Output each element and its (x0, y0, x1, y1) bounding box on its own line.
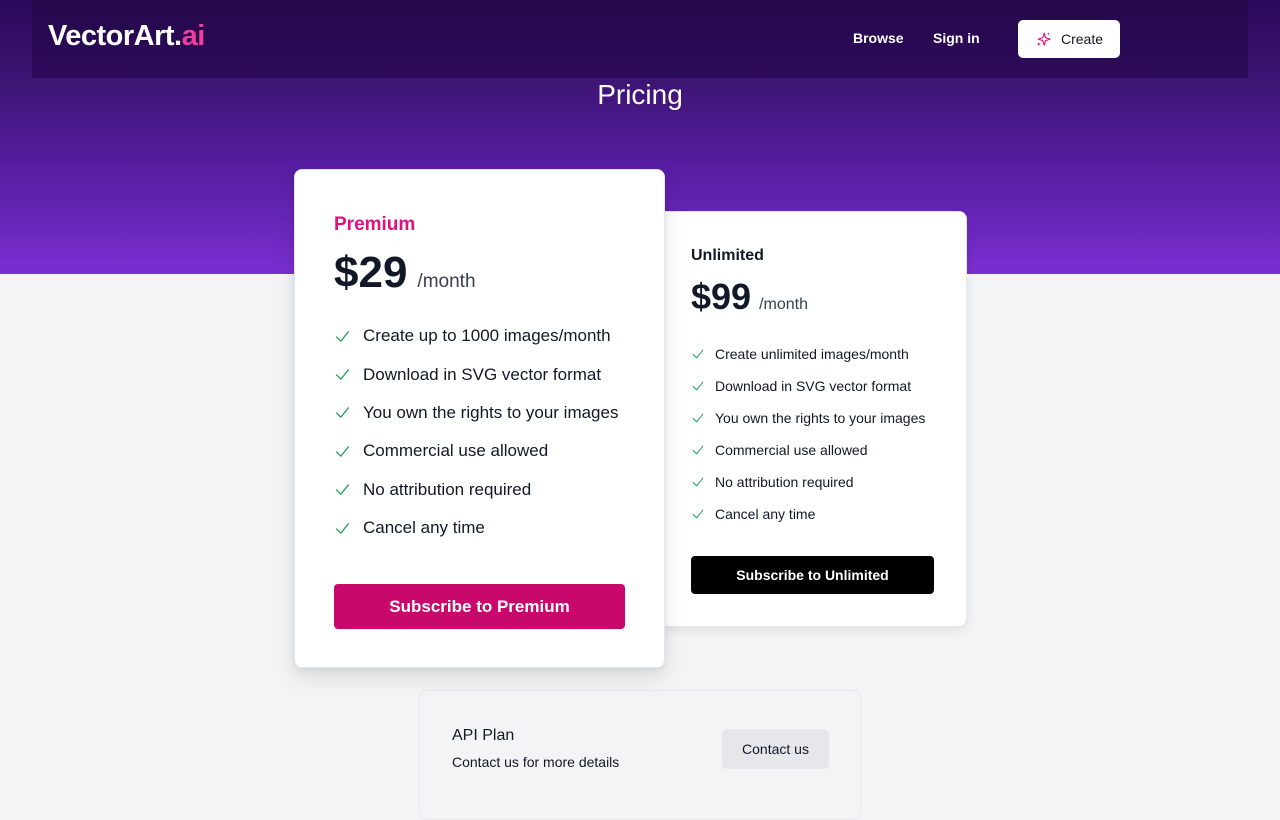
unlimited-price-period: /month (759, 296, 808, 313)
logo-text: VectorArt. (48, 20, 182, 52)
create-button-label: Create (1060, 31, 1104, 47)
premium-price-period: /month (417, 271, 476, 292)
sparkle-icon (1036, 31, 1051, 46)
feature-item: You own the rights to your images (334, 394, 618, 432)
page-title: Pricing (597, 79, 683, 110)
check-icon (692, 477, 704, 487)
check-icon (335, 330, 350, 342)
nav-browse-link[interactable]: Browse (853, 30, 904, 46)
feature-item: Download in SVG vector format (334, 355, 618, 393)
feature-item: Create unlimited images/month (691, 338, 925, 370)
api-plan-card: API Plan Contact us for more details Con… (419, 690, 861, 820)
check-icon (692, 413, 704, 423)
contact-us-button[interactable]: Contact us (722, 729, 829, 769)
feature-item: No attribution required (334, 471, 618, 509)
feature-text: Cancel any time (715, 506, 816, 522)
premium-plan-name: Premium (334, 214, 416, 235)
check-icon (335, 484, 350, 496)
api-plan-description: Contact us for more details (452, 754, 620, 770)
create-button[interactable]: Create (1018, 20, 1120, 58)
nav-sign-in-link[interactable]: Sign in (933, 30, 980, 46)
feature-text: No attribution required (715, 474, 854, 490)
premium-plan-card: Premium $29 /month Create up to 1000 ima… (294, 169, 665, 668)
check-icon (335, 446, 350, 457)
feature-item: No attribution required (691, 466, 925, 498)
feature-item: Cancel any time (691, 498, 925, 530)
subscribe-unlimited-button[interactable]: Subscribe to Unlimited (691, 556, 934, 594)
logo[interactable]: VectorArt.ai (48, 20, 205, 53)
feature-item: Download in SVG vector format (691, 370, 925, 402)
feature-item: You own the rights to your images (691, 402, 925, 434)
feature-text: Create up to 1000 images/month (363, 326, 611, 346)
feature-text: Commercial use allowed (363, 441, 549, 461)
feature-text: You own the rights to your images (715, 410, 926, 426)
feature-text: You own the rights to your images (363, 402, 619, 422)
feature-item: Create up to 1000 images/month (334, 317, 618, 355)
check-icon (335, 369, 350, 380)
check-icon (335, 407, 350, 419)
subscribe-premium-button[interactable]: Subscribe to Premium (334, 584, 625, 629)
unlimited-plan-name: Unlimited (691, 247, 764, 264)
check-icon (692, 509, 704, 519)
feature-text: Create unlimited images/month (715, 346, 909, 362)
premium-price-amount: $29 (334, 248, 408, 297)
feature-text: Download in SVG vector format (715, 378, 912, 394)
premium-feature-list: Create up to 1000 images/month Download … (334, 317, 618, 547)
check-icon (692, 445, 704, 455)
feature-text: Commercial use allowed (715, 442, 868, 458)
unlimited-price: $99 /month (691, 276, 808, 318)
feature-item: Cancel any time (334, 509, 618, 547)
feature-text: Cancel any time (363, 518, 485, 538)
check-icon (335, 522, 350, 534)
unlimited-plan-card: Unlimited $99 /month Create unlimited im… (661, 211, 967, 627)
premium-price: $29 /month (334, 248, 476, 298)
feature-text: Download in SVG vector format (363, 364, 602, 384)
feature-item: Commercial use allowed (334, 432, 618, 470)
unlimited-feature-list: Create unlimited images/month Download i… (691, 338, 925, 530)
api-plan-name: API Plan (452, 727, 515, 744)
feature-text: No attribution required (363, 479, 532, 499)
unlimited-price-amount: $99 (691, 276, 752, 317)
top-navbar: VectorArt.ai Browse Sign in Create (32, 0, 1248, 78)
feature-item: Commercial use allowed (691, 434, 925, 466)
logo-accent: ai (181, 20, 206, 52)
check-icon (692, 381, 704, 391)
check-icon (692, 349, 704, 359)
